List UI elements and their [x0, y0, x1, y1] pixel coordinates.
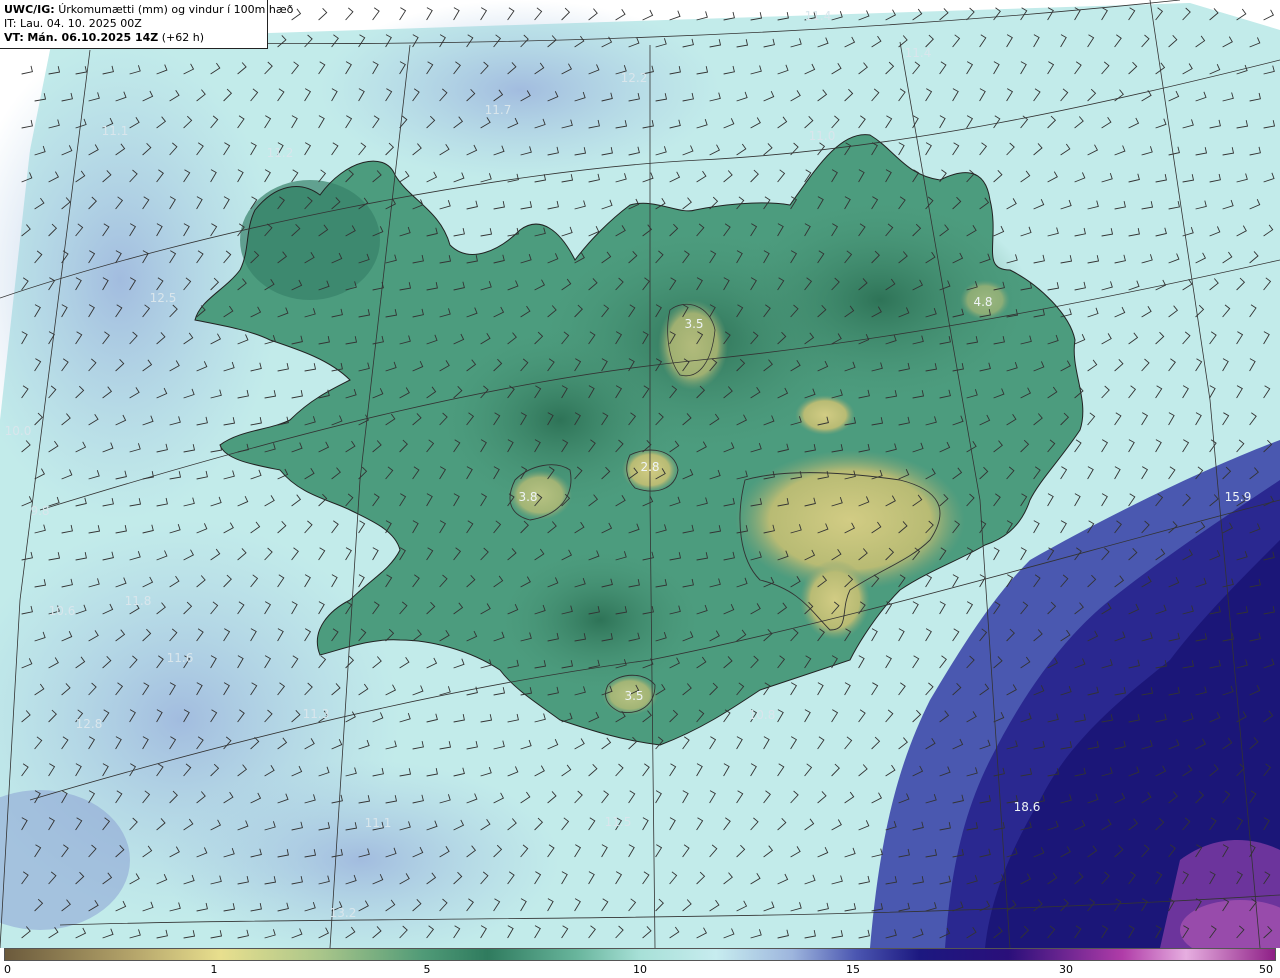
value-label: 13.2: [329, 906, 357, 920]
scale-tick: 50: [1259, 963, 1273, 976]
value-label: 11.1: [101, 124, 129, 138]
value-label: 11.4: [904, 46, 932, 60]
color-scale-gradient: [4, 948, 1276, 961]
value-label: 10.0: [4, 424, 32, 438]
scale-tick: 30: [1059, 963, 1073, 976]
value-label: 4.8: [973, 295, 993, 309]
value-label: 11.8: [124, 594, 152, 608]
color-scale: 0 1 5 10 15 30 50: [0, 948, 1280, 978]
value-label: 10.6: [48, 604, 76, 618]
value-label: 18.6: [1013, 800, 1041, 814]
value-label: 11.7: [484, 103, 512, 117]
value-label: 11.3: [302, 707, 330, 721]
title-row: UWC/IG: Úrkomumætti (mm) og vindur í 100…: [4, 3, 293, 17]
value-label: 10.8: [748, 708, 776, 722]
model-name: UWC/IG:: [4, 3, 55, 16]
map-view[interactable]: [0, 0, 1280, 948]
lead-time: (+62 h): [161, 31, 205, 44]
map-info-box: UWC/IG: Úrkomumætti (mm) og vindur í 100…: [0, 0, 293, 49]
valid-label: VT:: [4, 31, 24, 44]
value-label: 11.1: [364, 816, 392, 830]
precipitation-map: [0, 0, 1280, 948]
value-label: 15.9: [1224, 490, 1252, 504]
init-row: IT: Lau. 04. 10. 2025 00Z: [4, 17, 263, 31]
value-label: 3.5: [684, 317, 704, 331]
value-label: 11.6: [166, 651, 194, 665]
init-time: Lau. 04. 10. 2025 00Z: [19, 17, 142, 30]
value-label: 11.0: [808, 129, 836, 143]
value-label: 11.5: [604, 815, 632, 829]
value-label: 11.4: [804, 9, 832, 23]
scale-tick: 5: [423, 963, 431, 976]
value-label: 12.2: [620, 71, 648, 85]
value-label: 12.5: [149, 291, 177, 305]
init-label: IT:: [4, 17, 17, 30]
scale-tick: 0: [4, 963, 11, 976]
value-label: 12.8: [75, 717, 103, 731]
value-label: 9.8: [30, 504, 50, 518]
scale-tick: 15: [846, 963, 860, 976]
value-label: 3.8: [518, 490, 538, 504]
scale-tick: 10: [633, 963, 647, 976]
product-name: Úrkomumætti (mm) og vindur í 100m hæð: [58, 3, 294, 16]
valid-time: Mán. 06.10.2025 14Z: [27, 31, 159, 44]
value-label: 11.2: [266, 146, 294, 160]
value-label: 3.5: [624, 689, 644, 703]
value-label: 2.8: [640, 460, 660, 474]
scale-tick: 1: [210, 963, 218, 976]
valid-row: VT: Mán. 06.10.2025 14Z (+62 h): [4, 31, 263, 45]
